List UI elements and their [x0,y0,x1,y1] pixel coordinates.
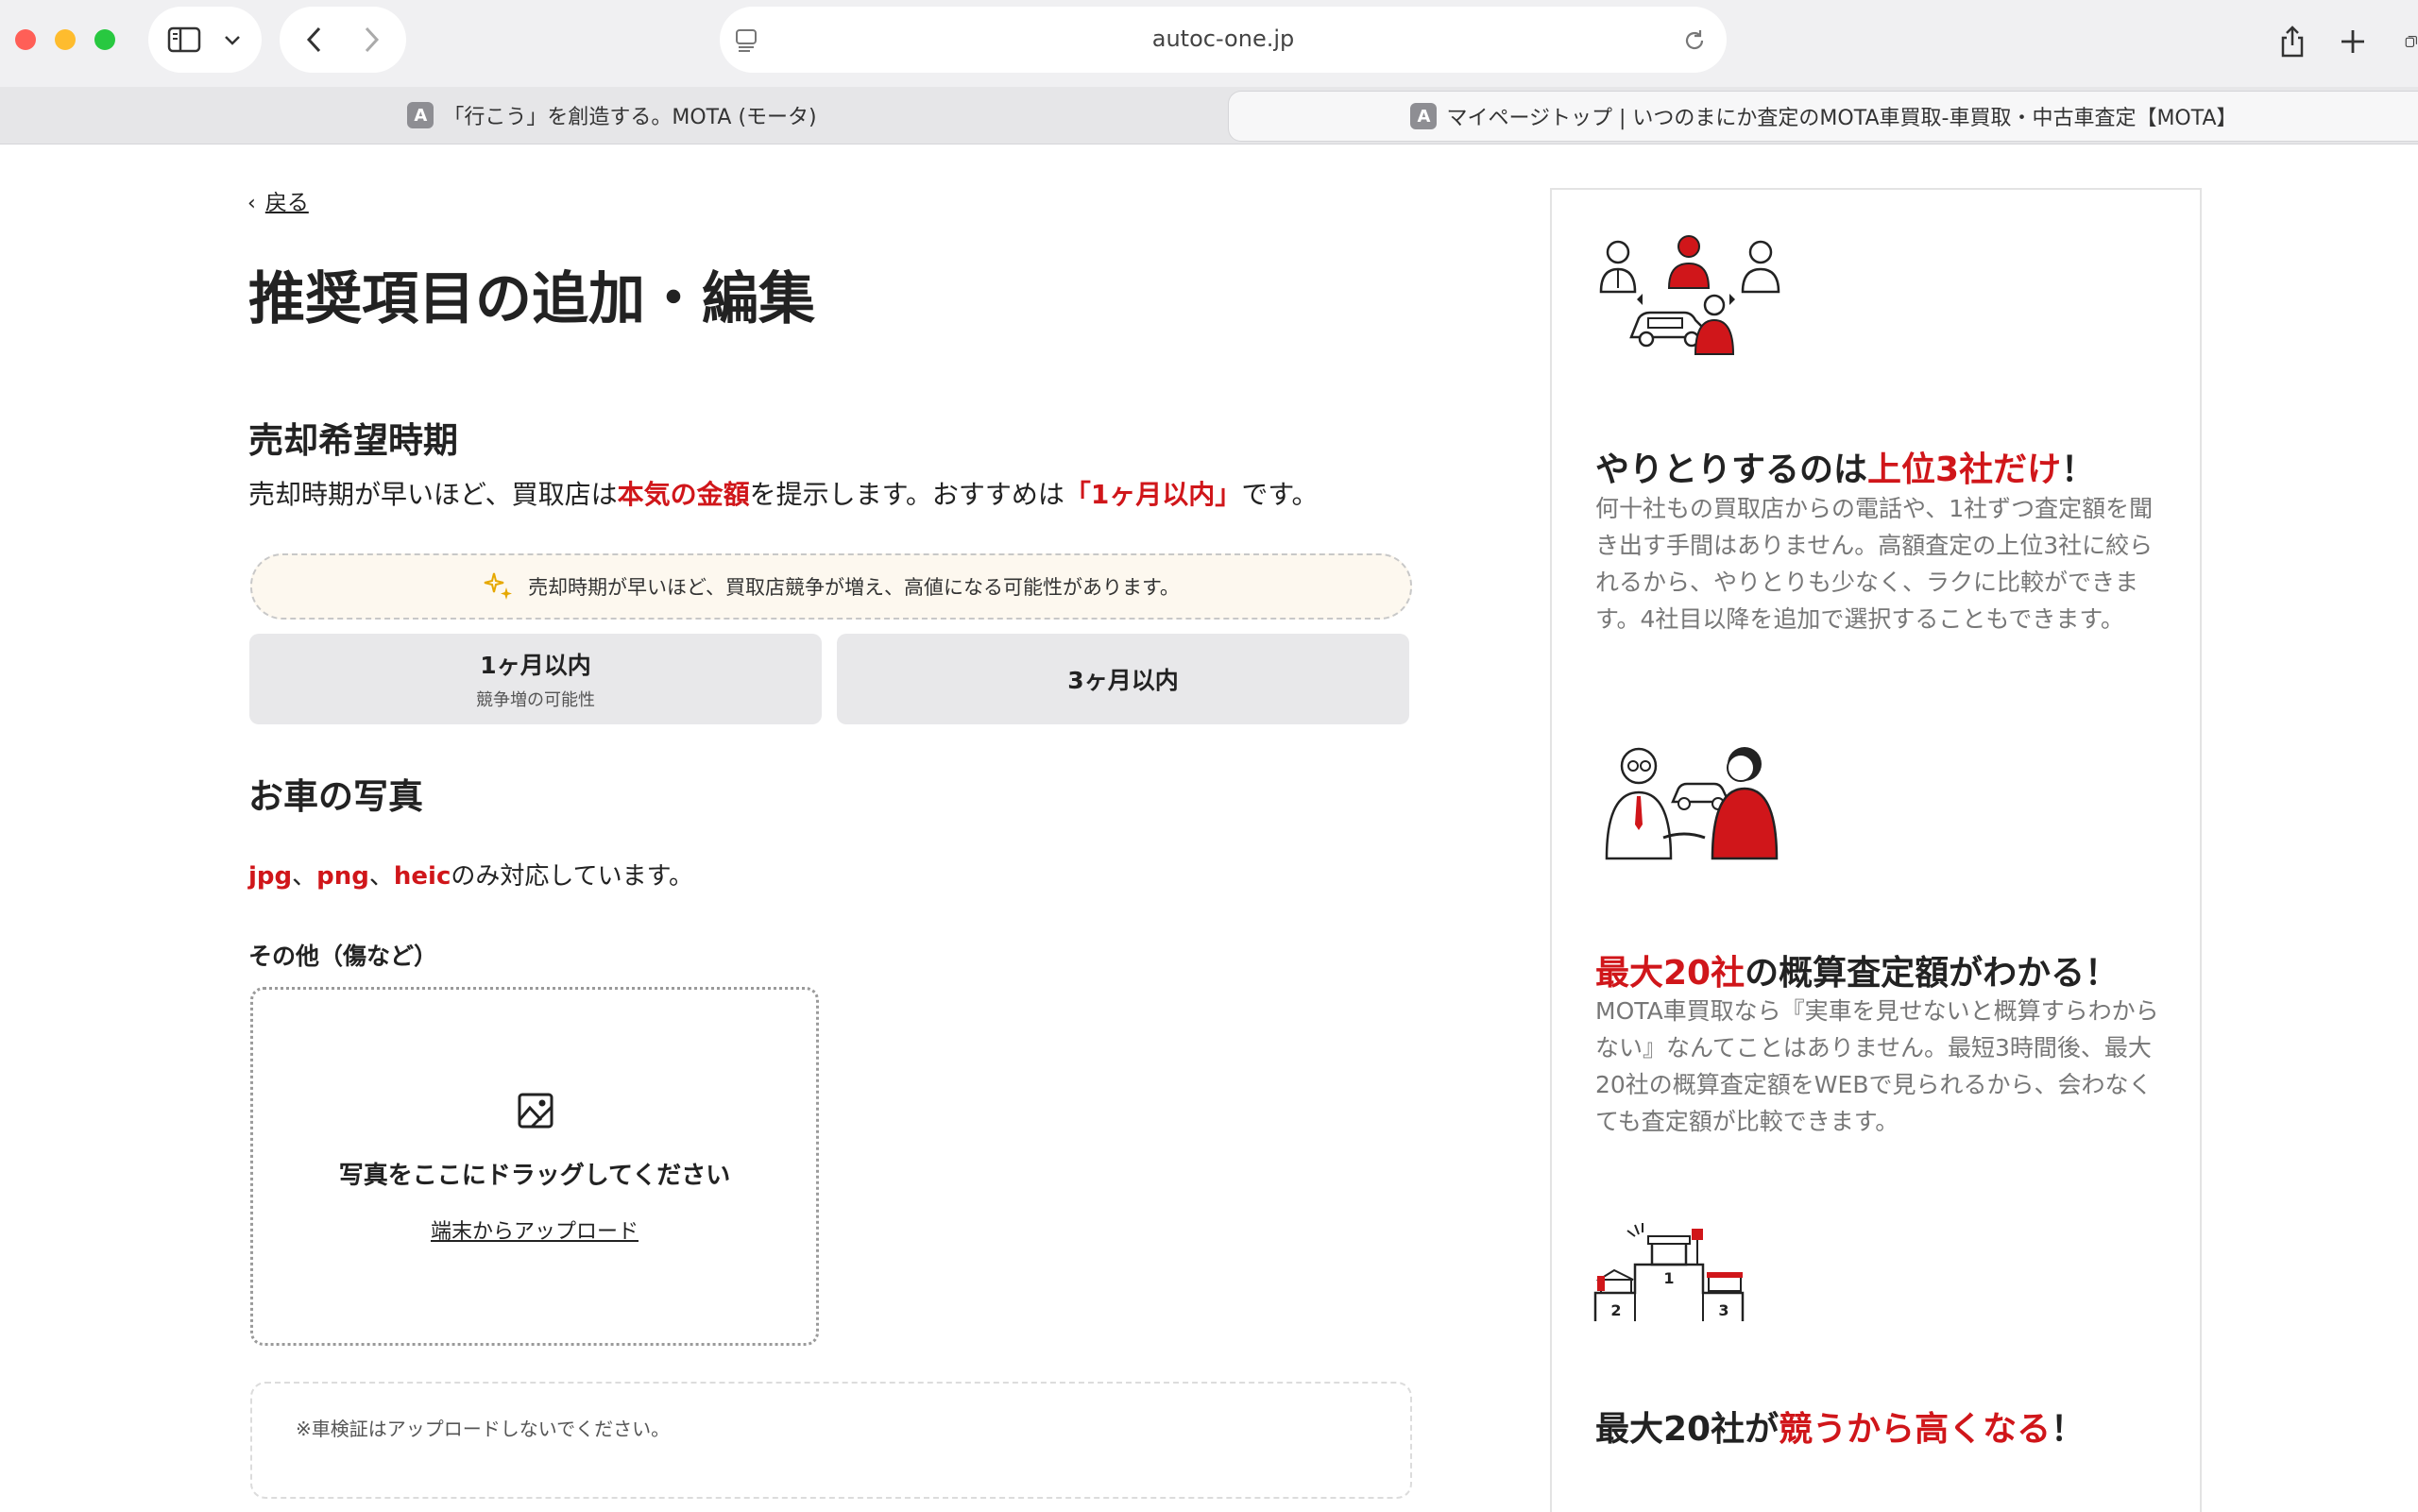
sidebar-icon[interactable] [165,25,203,54]
new-tab-icon[interactable] [2336,25,2370,59]
page-title: 推奨項目の追加・編集 [248,266,815,332]
upload-notice-box: ※車検証はアップロードしないでください。 [250,1382,1412,1499]
upload-from-device-link[interactable]: 端末からアップロード [253,1215,816,1245]
forward-arrow-icon[interactable] [355,24,387,56]
desc-text: 売却時期が早いほど、買取店は [248,479,618,510]
option-1-month-button[interactable]: 1ヶ月以内 競争増の可能性 [249,634,822,724]
share-icon[interactable] [2274,23,2310,60]
title-text: の概算査定額がわかる！ [1745,954,2120,993]
sale-timing-heading: 売却希望時期 [248,420,458,461]
podium-label-1: 1 [1663,1269,1674,1287]
benefits-sidebar: やりとりするのは上位3社だけ！ 何十社もの買取店からの電話や、1社ずつ査定額を聞… [1550,188,2202,1512]
desc-text: です。 [1241,479,1319,510]
option-label: 1ヶ月以内 [480,652,591,679]
tab-mota-home[interactable]: A 「行こう」を創造する。MOTA (モータ) [0,91,1224,140]
zoom-window-button[interactable] [94,29,115,50]
address-bar[interactable]: autoc-one.jp [720,7,1727,73]
tab-overview-icon[interactable] [2395,25,2418,59]
title-text: ！ [2051,1410,2086,1449]
feature-3-title: 最大20社が競うから高くなる！ [1595,1402,2085,1451]
upload-notice-text: ※車検証はアップロードしないでください。 [296,1418,671,1440]
image-icon [517,1092,554,1133]
podium-label-2: 2 [1610,1301,1621,1319]
tab-title: 「行こう」を創造する。MOTA (モータ) [443,106,817,129]
site-favicon-icon: A [407,102,434,128]
title-highlight: 上位3社だけ [1867,450,2062,489]
format-jpg: jpg [248,862,293,891]
sale-timing-hint: 売却時期が早いほど、買取店競争が増え、高値になる可能性があります。 [250,553,1412,620]
supported-formats-text: jpg、png、heicのみ対応しています。 [248,857,693,892]
option-3-months-button[interactable]: 3ヶ月以内 [837,634,1409,724]
feature-1-title: やりとりするのは上位3社だけ！ [1595,442,2095,491]
site-favicon-icon: A [1410,103,1438,129]
back-link[interactable]: ‹ 戻る [247,184,309,216]
reload-icon[interactable] [1679,25,1710,56]
back-arrow-icon[interactable] [298,24,331,56]
desc-text: を提示します。おすすめは [749,479,1064,510]
url-text: autoc-one.jp [1151,25,1295,52]
minimize-window-button[interactable] [55,29,76,50]
feature-1-body: 何十社もの買取店からの電話や、1社ずつ査定額を聞き出す手間はありません。高額査定… [1595,495,2154,633]
tab-bar: A 「行こう」を創造する。MOTA (モータ) A マイページトップ | いつの… [0,87,2418,144]
page-content: ‹ 戻る 推奨項目の追加・編集 売却希望時期 売却時期が早いほど、買取店は本気の金… [0,144,2418,1512]
format-png: png [316,862,369,891]
desc-highlight: 本気の金額 [617,479,750,510]
formats-suffix: のみ対応しています。 [451,862,693,891]
browser-toolbar: autoc-one.jp [0,0,2418,87]
title-highlight: 競うから高くなる [1779,1410,2052,1449]
podium-label-3: 3 [1718,1301,1728,1319]
tab-mypage[interactable]: A マイページトップ | いつのまにか査定のMOTA車買取-車買取・中古車査定【… [1228,91,2418,142]
photo-dropzone[interactable]: 写真をここにドラッグしてください 端末からアップロード [250,987,819,1346]
option-sublabel: 競争増の可能性 [476,690,595,710]
separator: 、 [368,862,394,891]
dropzone-text: 写真をここにドラッグしてください [338,1162,731,1190]
close-window-button[interactable] [15,29,36,50]
sparkle-icon [483,571,515,602]
handshake-illustration-icon [1593,739,1782,866]
sidebar-toggle-group [148,7,262,73]
photos-heading: お車の写真 [248,776,423,817]
chevron-left-icon: ‹ [247,192,256,215]
title-text: ！ [2061,450,2096,489]
format-heic: heic [393,862,451,891]
other-photos-label: その他（傷など） [248,943,438,970]
sale-timing-description: 売却時期が早いほど、買取店は本気の金額を提示します。おすすめは「1ヶ月以内」です… [248,474,1319,512]
staff-group-illustration-icon [1593,233,1788,360]
chevron-down-icon[interactable] [218,29,247,52]
feature-2-title: 最大20社の概算査定額がわかる！ [1595,945,2119,994]
separator: 、 [292,862,317,891]
podium-illustration-icon: 1 2 3 [1593,1221,1763,1329]
navigation-group [280,7,406,73]
tab-title: マイページトップ | いつのまにか査定のMOTA車買取-車買取・中古車査定【MO… [1446,107,2238,130]
hint-text: 売却時期が早いほど、買取店競争が増え、高値になる可能性があります。 [528,576,1180,599]
feature-2-body: MOTA車買取なら『実車を見せないと概算すらわからない』なんてことはありません。… [1595,997,2159,1135]
desc-highlight: 「1ヶ月以内」 [1064,479,1242,510]
title-highlight: 最大20社 [1595,954,1745,993]
option-label: 3ヶ月以内 [1067,667,1179,694]
title-text: やりとりするのは [1595,450,1868,489]
title-text: 最大20社が [1595,1410,1779,1449]
back-label: 戻る [264,191,309,215]
